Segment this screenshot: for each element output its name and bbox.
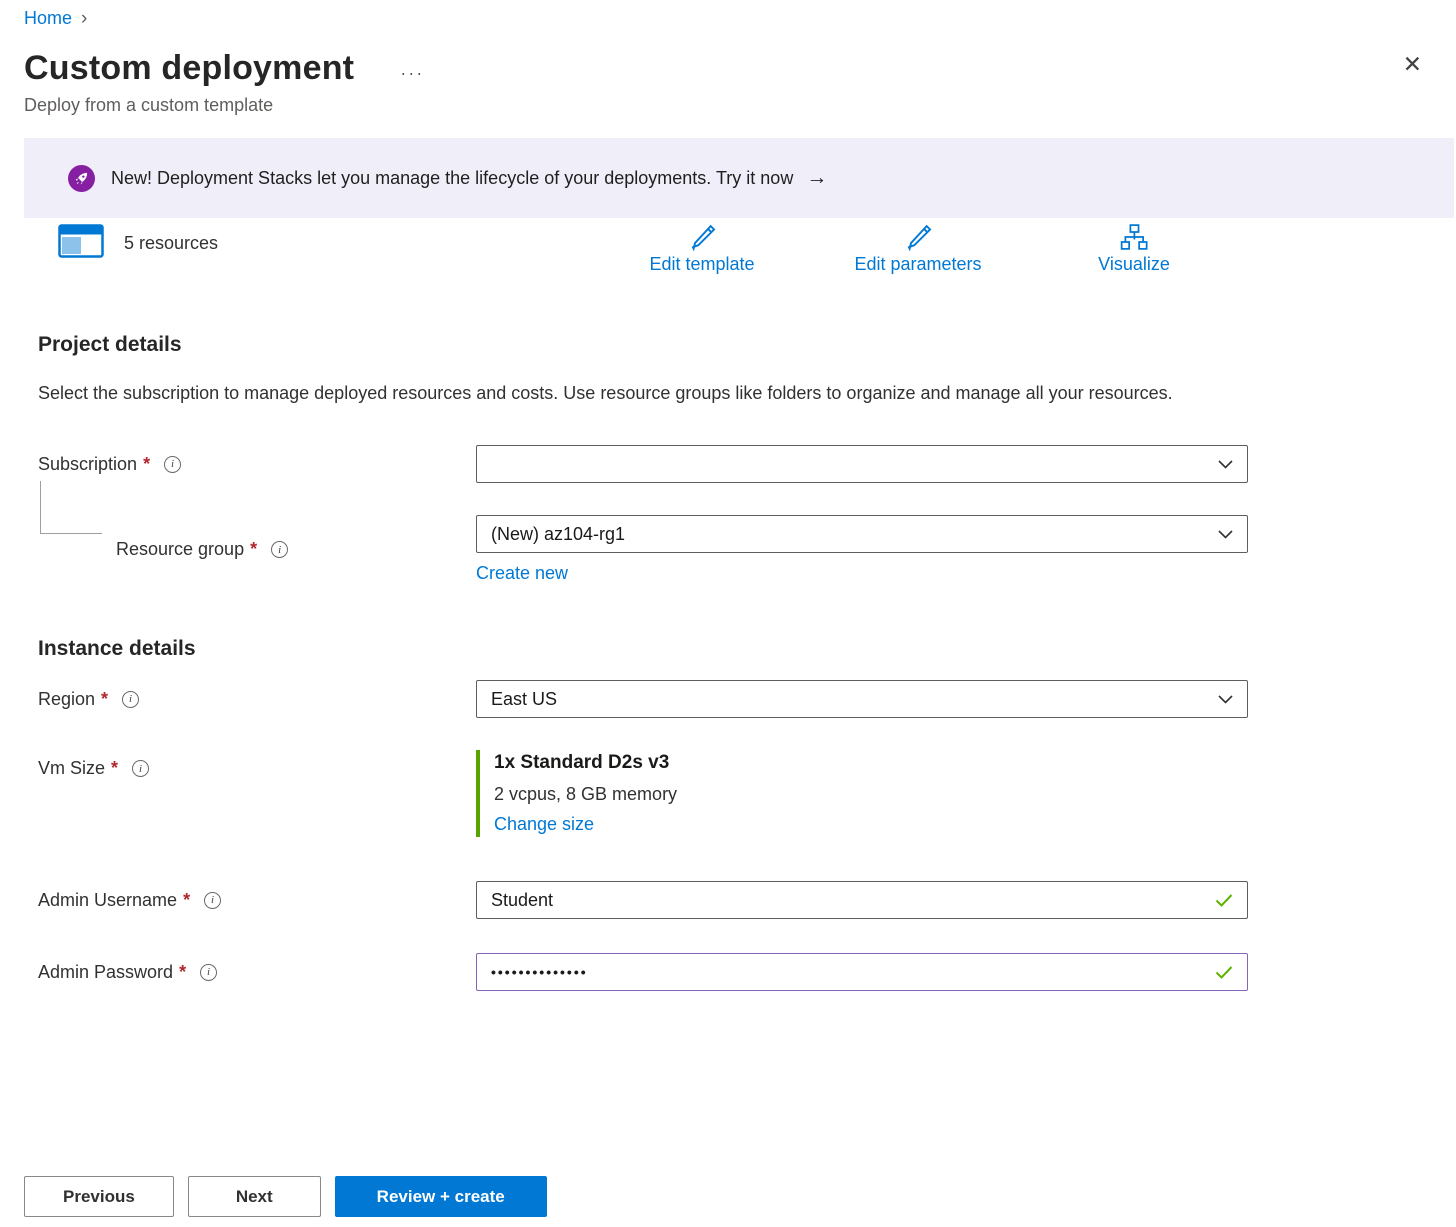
admin-password-field xyxy=(476,953,1248,991)
vm-size-info-icon[interactable]: i xyxy=(132,760,149,777)
subscription-dropdown[interactable] xyxy=(476,445,1248,483)
visualize-button[interactable]: Visualize xyxy=(1098,222,1170,275)
required-asterisk: * xyxy=(143,454,150,475)
resource-group-value: (New) az104-rg1 xyxy=(491,524,625,545)
admin-password-row: Admin Password * i xyxy=(38,953,1456,991)
page-header: Custom deployment ··· ✕ xyxy=(24,49,1432,88)
required-asterisk: * xyxy=(101,689,108,710)
instance-details-heading: Instance details xyxy=(38,636,1456,662)
breadcrumb-home-link[interactable]: Home xyxy=(24,8,72,29)
required-asterisk: * xyxy=(250,539,257,560)
vm-size-label: Vm Size xyxy=(38,758,105,779)
instance-details-form: Region * i East US Vm Size * i 1x Standa… xyxy=(38,680,1456,991)
admin-username-info-icon[interactable]: i xyxy=(204,892,221,909)
required-asterisk: * xyxy=(179,962,186,983)
required-asterisk: * xyxy=(183,890,190,911)
vm-size-label-group: Vm Size * i xyxy=(38,750,476,779)
deployment-stacks-banner[interactable]: New! Deployment Stacks let you manage th… xyxy=(24,138,1454,218)
resource-group-tree-connector xyxy=(40,481,102,534)
vm-size-title: 1x Standard D2s v3 xyxy=(494,752,1248,774)
subscription-label-group: Subscription * i xyxy=(38,454,476,475)
next-button[interactable]: Next xyxy=(188,1176,321,1217)
org-chart-icon xyxy=(1098,222,1170,254)
custom-deployment-page: Home › Custom deployment ··· ✕ Deploy fr… xyxy=(0,8,1456,991)
more-options-button[interactable]: ··· xyxy=(400,63,424,84)
valid-check-icon xyxy=(1215,966,1233,979)
project-details-description: Select the subscription to manage deploy… xyxy=(38,378,1198,409)
admin-username-label-group: Admin Username * i xyxy=(38,890,476,911)
template-bar: 5 resources Edit template Edit parameter… xyxy=(0,222,1456,288)
project-details-form: Subscription * i Resource group * i (New… xyxy=(38,445,1456,584)
vm-size-row: Vm Size * i 1x Standard D2s v3 2 vcpus, … xyxy=(38,750,1456,837)
review-create-button[interactable]: Review + create xyxy=(335,1176,547,1217)
title-group: Custom deployment ··· xyxy=(24,49,424,88)
admin-password-input[interactable] xyxy=(491,964,1205,980)
resource-group-info-icon[interactable]: i xyxy=(271,541,288,558)
admin-password-label-group: Admin Password * i xyxy=(38,962,476,983)
resource-group-control: (New) az104-rg1 Create new xyxy=(476,515,1248,584)
region-value: East US xyxy=(491,689,557,710)
region-dropdown[interactable]: East US xyxy=(476,680,1248,718)
vm-size-specs: 2 vcpus, 8 GB memory xyxy=(494,784,1248,805)
banner-text: New! Deployment Stacks let you manage th… xyxy=(111,168,793,189)
admin-password-info-icon[interactable]: i xyxy=(200,964,217,981)
valid-check-icon xyxy=(1215,894,1233,907)
region-info-icon[interactable]: i xyxy=(122,691,139,708)
close-icon[interactable]: ✕ xyxy=(1399,49,1426,80)
visualize-label: Visualize xyxy=(1098,254,1170,274)
vm-size-selection: 1x Standard D2s v3 2 vcpus, 8 GB memory … xyxy=(476,750,1248,837)
edit-parameters-label: Edit parameters xyxy=(854,254,981,274)
edit-template-label: Edit template xyxy=(649,254,754,274)
template-resource-icon xyxy=(58,224,104,263)
admin-password-label: Admin Password xyxy=(38,962,173,983)
resource-group-dropdown[interactable]: (New) az104-rg1 xyxy=(476,515,1248,553)
subscription-row: Subscription * i xyxy=(38,445,1456,483)
chevron-down-icon xyxy=(1218,530,1233,539)
resource-group-row: Resource group * i (New) az104-rg1 Creat… xyxy=(38,515,1456,584)
subscription-label: Subscription xyxy=(38,454,137,475)
region-label: Region xyxy=(38,689,95,710)
arrow-right-icon: → xyxy=(806,166,827,190)
chevron-down-icon xyxy=(1218,460,1233,469)
change-size-link[interactable]: Change size xyxy=(494,814,594,835)
admin-username-row: Admin Username * i xyxy=(38,881,1456,919)
admin-username-field xyxy=(476,881,1248,919)
page-subtitle: Deploy from a custom template xyxy=(24,95,1456,116)
previous-button[interactable]: Previous xyxy=(24,1176,174,1217)
resource-group-label: Resource group xyxy=(116,539,244,560)
pencil-icon xyxy=(649,222,754,254)
create-new-link[interactable]: Create new xyxy=(476,563,568,584)
edit-parameters-button[interactable]: Edit parameters xyxy=(854,222,981,275)
resource-count-label: 5 resources xyxy=(124,233,218,254)
admin-username-label: Admin Username xyxy=(38,890,177,911)
subscription-info-icon[interactable]: i xyxy=(164,456,181,473)
page-title: Custom deployment xyxy=(24,49,354,88)
chevron-down-icon xyxy=(1218,695,1233,704)
admin-username-input[interactable] xyxy=(491,890,1205,911)
region-label-group: Region * i xyxy=(38,689,476,710)
edit-template-button[interactable]: Edit template xyxy=(649,222,754,275)
resource-group-label-group: Resource group * i xyxy=(38,539,476,560)
wizard-footer: Previous Next Review + create xyxy=(24,1176,547,1217)
region-row: Region * i East US xyxy=(38,680,1456,718)
breadcrumb: Home › xyxy=(24,8,1456,29)
breadcrumb-chevron-icon: › xyxy=(81,9,87,28)
required-asterisk: * xyxy=(111,758,118,779)
project-details-heading: Project details xyxy=(38,332,1456,358)
pencil-icon xyxy=(854,222,981,254)
rocket-icon xyxy=(68,165,95,192)
template-summary: 5 resources xyxy=(58,224,218,263)
